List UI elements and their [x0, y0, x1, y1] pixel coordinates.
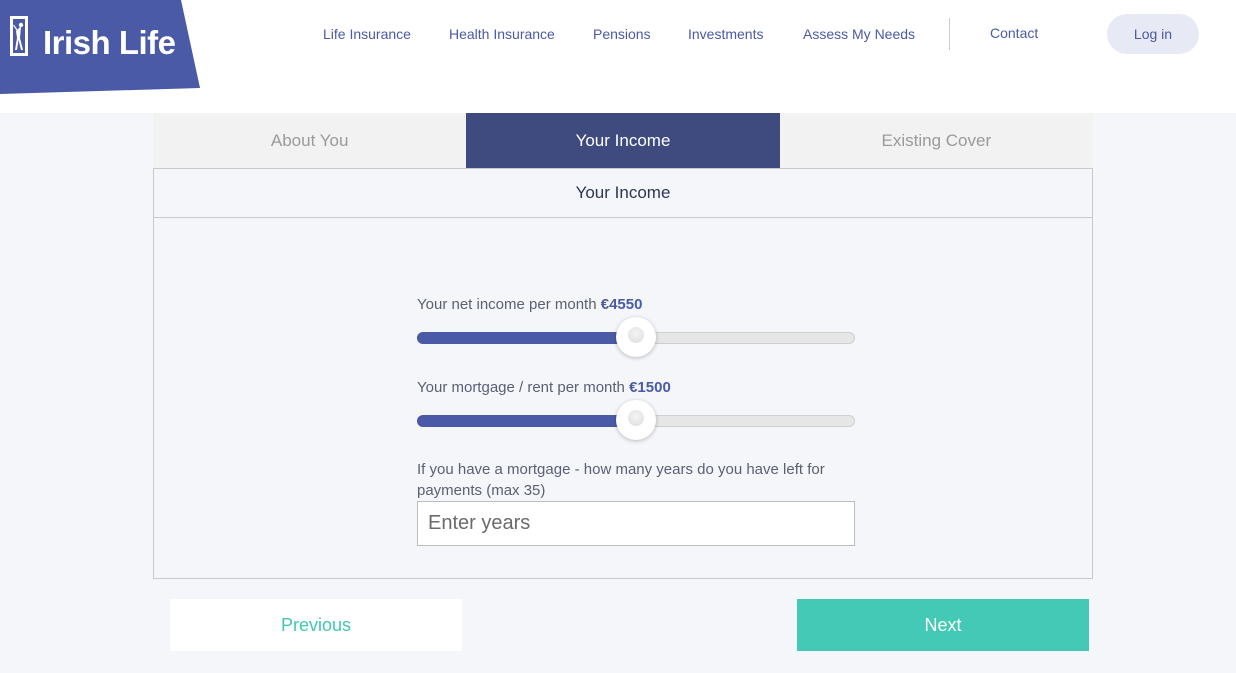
slider-fill	[417, 332, 636, 344]
mortgage-slider-thumb[interactable]	[616, 400, 656, 440]
nav-item-life-insurance[interactable]: Life Insurance	[323, 26, 411, 42]
panel-title: Your Income	[154, 169, 1092, 218]
nav-item-pensions[interactable]: Pensions	[593, 26, 651, 42]
login-button[interactable]: Log in	[1107, 14, 1199, 54]
step-tabs: About You Your Income Existing Cover	[153, 113, 1093, 168]
brand-logo[interactable]: Irish Life	[0, 0, 200, 94]
nav-item-contact[interactable]: Contact	[990, 25, 1038, 41]
nav-item-assess-my-needs[interactable]: Assess My Needs	[803, 26, 915, 42]
site-header: Irish Life Life Insurance Health Insuran…	[0, 0, 1236, 94]
years-left-input[interactable]	[417, 501, 855, 546]
tab-existing-cover[interactable]: Existing Cover	[779, 113, 1093, 168]
net-income-value: €4550	[600, 296, 643, 313]
tab-about-you[interactable]: About You	[153, 113, 467, 168]
mortgage-slider[interactable]	[417, 400, 855, 440]
income-panel: Your Income Your net income per month €4…	[153, 168, 1093, 579]
nav-item-health-insurance[interactable]: Health Insurance	[449, 26, 555, 42]
net-income-slider-thumb[interactable]	[616, 317, 656, 357]
net-income-label: Your net income per month €4550	[417, 296, 642, 313]
net-income-slider[interactable]	[417, 317, 855, 357]
years-left-label: If you have a mortgage - how many years …	[417, 461, 825, 499]
nav-item-investments[interactable]: Investments	[688, 26, 763, 42]
mortgage-label-text: Your mortgage / rent per month	[417, 379, 625, 396]
mortgage-label: Your mortgage / rent per month €1500	[417, 379, 671, 396]
tab-your-income[interactable]: Your Income	[466, 113, 780, 168]
mortgage-value: €1500	[629, 379, 671, 396]
net-income-label-text: Your net income per month	[417, 296, 597, 313]
slider-fill	[417, 415, 636, 427]
previous-button[interactable]: Previous	[170, 599, 462, 651]
next-button[interactable]: Next	[797, 599, 1089, 651]
irish-life-logo-icon	[10, 16, 28, 56]
nav-divider	[949, 18, 950, 50]
brand-name: Irish Life	[43, 24, 176, 61]
